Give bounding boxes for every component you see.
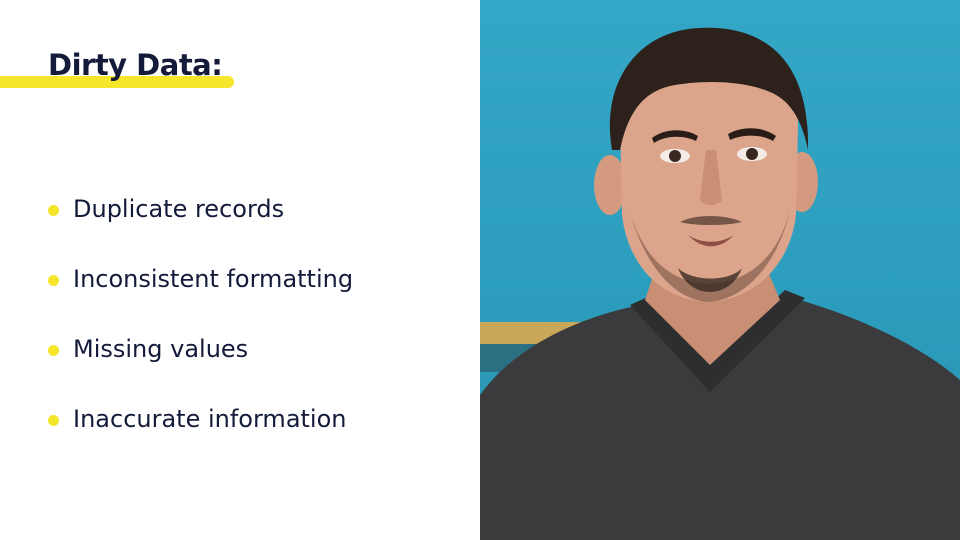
bullet-dot-icon — [48, 275, 59, 286]
slide-title: Dirty Data: — [48, 48, 223, 82]
bullet-text: Missing values — [73, 335, 249, 363]
bullet-item: Inaccurate information — [48, 398, 353, 468]
bullet-text: Inconsistent formatting — [73, 265, 354, 293]
bullet-item: Missing values — [48, 328, 353, 398]
bullet-dot-icon — [48, 345, 59, 356]
presenter-video — [480, 0, 960, 540]
title-block: Dirty Data: — [0, 44, 240, 94]
bullet-text: Inaccurate information — [73, 405, 347, 433]
bullet-dot-icon — [48, 415, 59, 426]
bullet-list: Duplicate records Inconsistent formattin… — [48, 188, 353, 468]
bullet-text: Duplicate records — [73, 195, 285, 223]
bullet-item: Inconsistent formatting — [48, 258, 353, 328]
slide-panel: Dirty Data: Duplicate records Inconsiste… — [0, 0, 480, 540]
left-pupil — [669, 150, 681, 162]
bullet-dot-icon — [48, 205, 59, 216]
right-pupil — [746, 148, 758, 160]
lesson-frame: Dirty Data: Duplicate records Inconsiste… — [0, 0, 960, 540]
bullet-item: Duplicate records — [48, 188, 353, 258]
presenter-illustration — [480, 27, 960, 540]
